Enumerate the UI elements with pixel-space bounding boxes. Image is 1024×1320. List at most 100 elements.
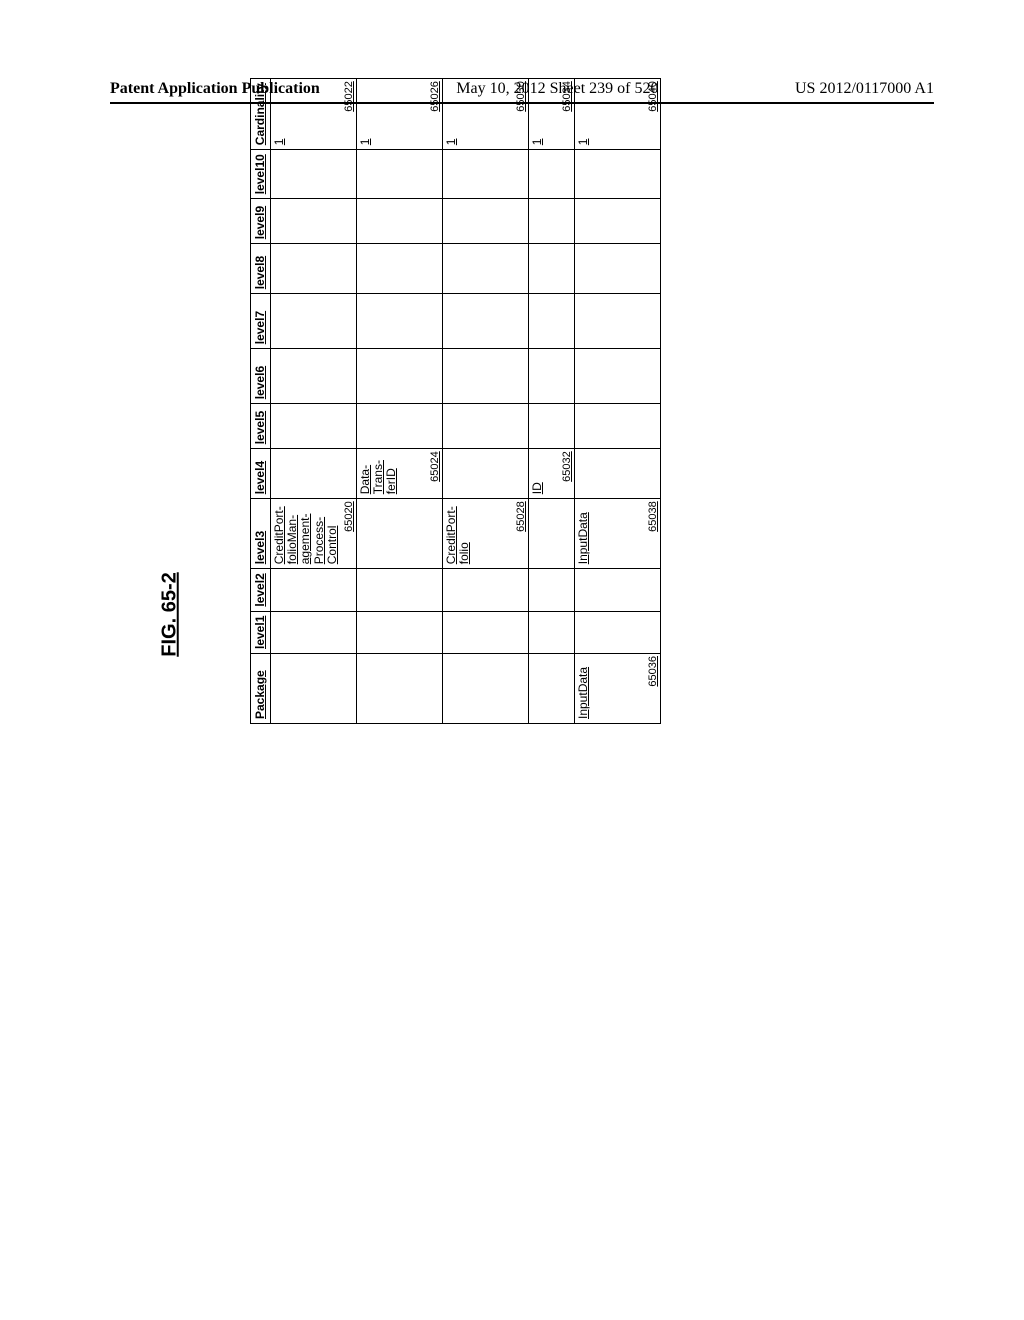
cell-level3-text: InputData xyxy=(577,503,590,564)
col-level5: level5 xyxy=(251,404,271,449)
cell-package: InputData65036 xyxy=(575,654,661,724)
cell-level7 xyxy=(271,294,357,349)
cell-level8 xyxy=(443,244,529,294)
cell-level2 xyxy=(529,569,575,611)
table-header-row: Package level1 level2 level3 level4 leve… xyxy=(251,79,271,724)
cell-cardinality-text: 1 xyxy=(531,83,544,145)
cell-cardinality: 1 65040 xyxy=(575,79,661,150)
table-row: ID 65032 1 65034 xyxy=(529,79,575,724)
cell-level3-text: CreditPort- folio xyxy=(445,503,471,564)
cell-level2 xyxy=(357,569,443,611)
cell-level8 xyxy=(529,244,575,294)
col-level8: level8 xyxy=(251,244,271,294)
cell-level1 xyxy=(443,611,529,653)
cell-cardinality-text: 1 xyxy=(445,83,458,145)
col-level2: level2 xyxy=(251,569,271,611)
cell-level1 xyxy=(575,611,661,653)
figure-content: FIG. 65-2 Package level1 level2 level3 l… xyxy=(110,164,934,1064)
cell-package-ref: 65036 xyxy=(647,656,659,687)
cell-cardinality-ref: 65040 xyxy=(647,81,659,112)
cell-level5 xyxy=(443,404,529,449)
cell-level1 xyxy=(357,611,443,653)
col-level10: level10 xyxy=(251,150,271,199)
cell-level3: CreditPort- folioMan- agement- Process- … xyxy=(271,499,357,569)
cell-level3 xyxy=(357,499,443,569)
cell-level7 xyxy=(357,294,443,349)
header-right: US 2012/0117000 A1 xyxy=(795,80,934,98)
col-level9: level9 xyxy=(251,199,271,244)
cell-cardinality-ref: 65030 xyxy=(515,81,527,112)
col-level1: level1 xyxy=(251,611,271,653)
cell-cardinality: 1 65030 xyxy=(443,79,529,150)
cell-level3: InputData 65038 xyxy=(575,499,661,569)
cell-level3-text: CreditPort- folioMan- agement- Process- … xyxy=(273,503,339,564)
cell-package xyxy=(357,654,443,724)
cell-level6 xyxy=(529,349,575,404)
cell-level3: CreditPort- folio 65028 xyxy=(443,499,529,569)
cell-level4 xyxy=(575,449,661,499)
cell-level8 xyxy=(575,244,661,294)
cell-level7 xyxy=(529,294,575,349)
cell-level4-text: ID xyxy=(531,453,544,494)
cell-level4 xyxy=(443,449,529,499)
cell-level6 xyxy=(271,349,357,404)
cell-level6 xyxy=(357,349,443,404)
cell-package xyxy=(529,654,575,724)
table-body: CreditPort- folioMan- agement- Process- … xyxy=(271,79,661,724)
cell-cardinality-ref: 65022 xyxy=(343,81,355,112)
col-level7: level7 xyxy=(251,294,271,349)
cell-package xyxy=(443,654,529,724)
cell-level4: Data- Trans- ferID65024 xyxy=(357,449,443,499)
cell-level2 xyxy=(271,569,357,611)
cell-level1 xyxy=(529,611,575,653)
cell-level5 xyxy=(271,404,357,449)
cell-level7 xyxy=(575,294,661,349)
col-cardinality: Cardinality xyxy=(251,79,271,150)
cell-level3-ref: 65028 xyxy=(515,501,527,532)
cell-level4-ref: 65032 xyxy=(561,451,573,482)
cell-level8 xyxy=(357,244,443,294)
cell-level2 xyxy=(443,569,529,611)
col-level6: level6 xyxy=(251,349,271,404)
cell-cardinality: 1 65026 xyxy=(357,79,443,150)
cell-cardinality: 1 65022 xyxy=(271,79,357,150)
table-row: Data- Trans- ferID65024 1 65026 xyxy=(357,79,443,724)
page: Patent Application Publication May 10, 2… xyxy=(0,0,1024,1320)
cell-level9 xyxy=(271,199,357,244)
table-row: InputData65036 InputData 65038 1 65040 xyxy=(575,79,661,724)
figure-label: FIG. 65-2 xyxy=(158,572,181,656)
cell-cardinality-ref: 65026 xyxy=(429,81,441,112)
schema-table: Package level1 level2 level3 level4 leve… xyxy=(250,78,661,724)
cell-level4: ID 65032 xyxy=(529,449,575,499)
cell-level4-text: Data- Trans- ferID xyxy=(359,453,399,494)
cell-level5 xyxy=(357,404,443,449)
cell-level9 xyxy=(529,199,575,244)
col-level4: level4 xyxy=(251,449,271,499)
cell-level1 xyxy=(271,611,357,653)
col-package: Package xyxy=(251,654,271,724)
cell-level10 xyxy=(575,150,661,199)
cell-cardinality-text: 1 xyxy=(359,83,372,145)
cell-level10 xyxy=(271,150,357,199)
cell-level7 xyxy=(443,294,529,349)
cell-level3-ref: 65038 xyxy=(647,501,659,532)
figure-label-wrap: FIG. 65-2 xyxy=(110,164,230,1064)
cell-level6 xyxy=(575,349,661,404)
cell-level4 xyxy=(271,449,357,499)
cell-package xyxy=(271,654,357,724)
cell-level9 xyxy=(575,199,661,244)
cell-cardinality-text: 1 xyxy=(577,83,590,145)
cell-level3 xyxy=(529,499,575,569)
cell-level5 xyxy=(529,404,575,449)
table-row: CreditPort- folioMan- agement- Process- … xyxy=(271,79,357,724)
cell-level9 xyxy=(357,199,443,244)
cell-cardinality-text: 1 xyxy=(273,83,286,145)
cell-level5 xyxy=(575,404,661,449)
schema-table-wrap: Package level1 level2 level3 level4 leve… xyxy=(250,78,661,724)
cell-level9 xyxy=(443,199,529,244)
cell-level10 xyxy=(357,150,443,199)
cell-level8 xyxy=(271,244,357,294)
cell-cardinality-ref: 65034 xyxy=(561,81,573,112)
cell-level3-ref: 65020 xyxy=(343,501,355,532)
cell-level10 xyxy=(529,150,575,199)
